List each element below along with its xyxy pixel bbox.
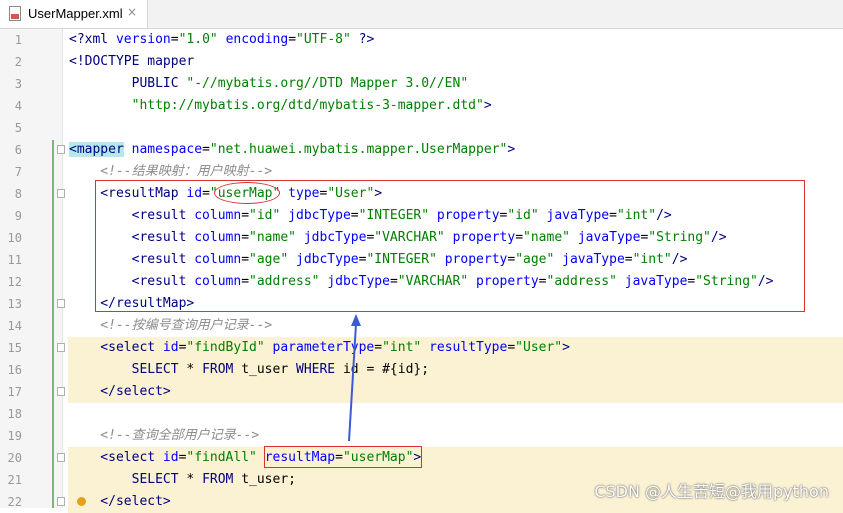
watermark: CSDN @人生苦短@我用python xyxy=(594,482,829,501)
warning-bulb-icon[interactable] xyxy=(77,497,86,506)
annotation-arrow xyxy=(348,314,361,442)
